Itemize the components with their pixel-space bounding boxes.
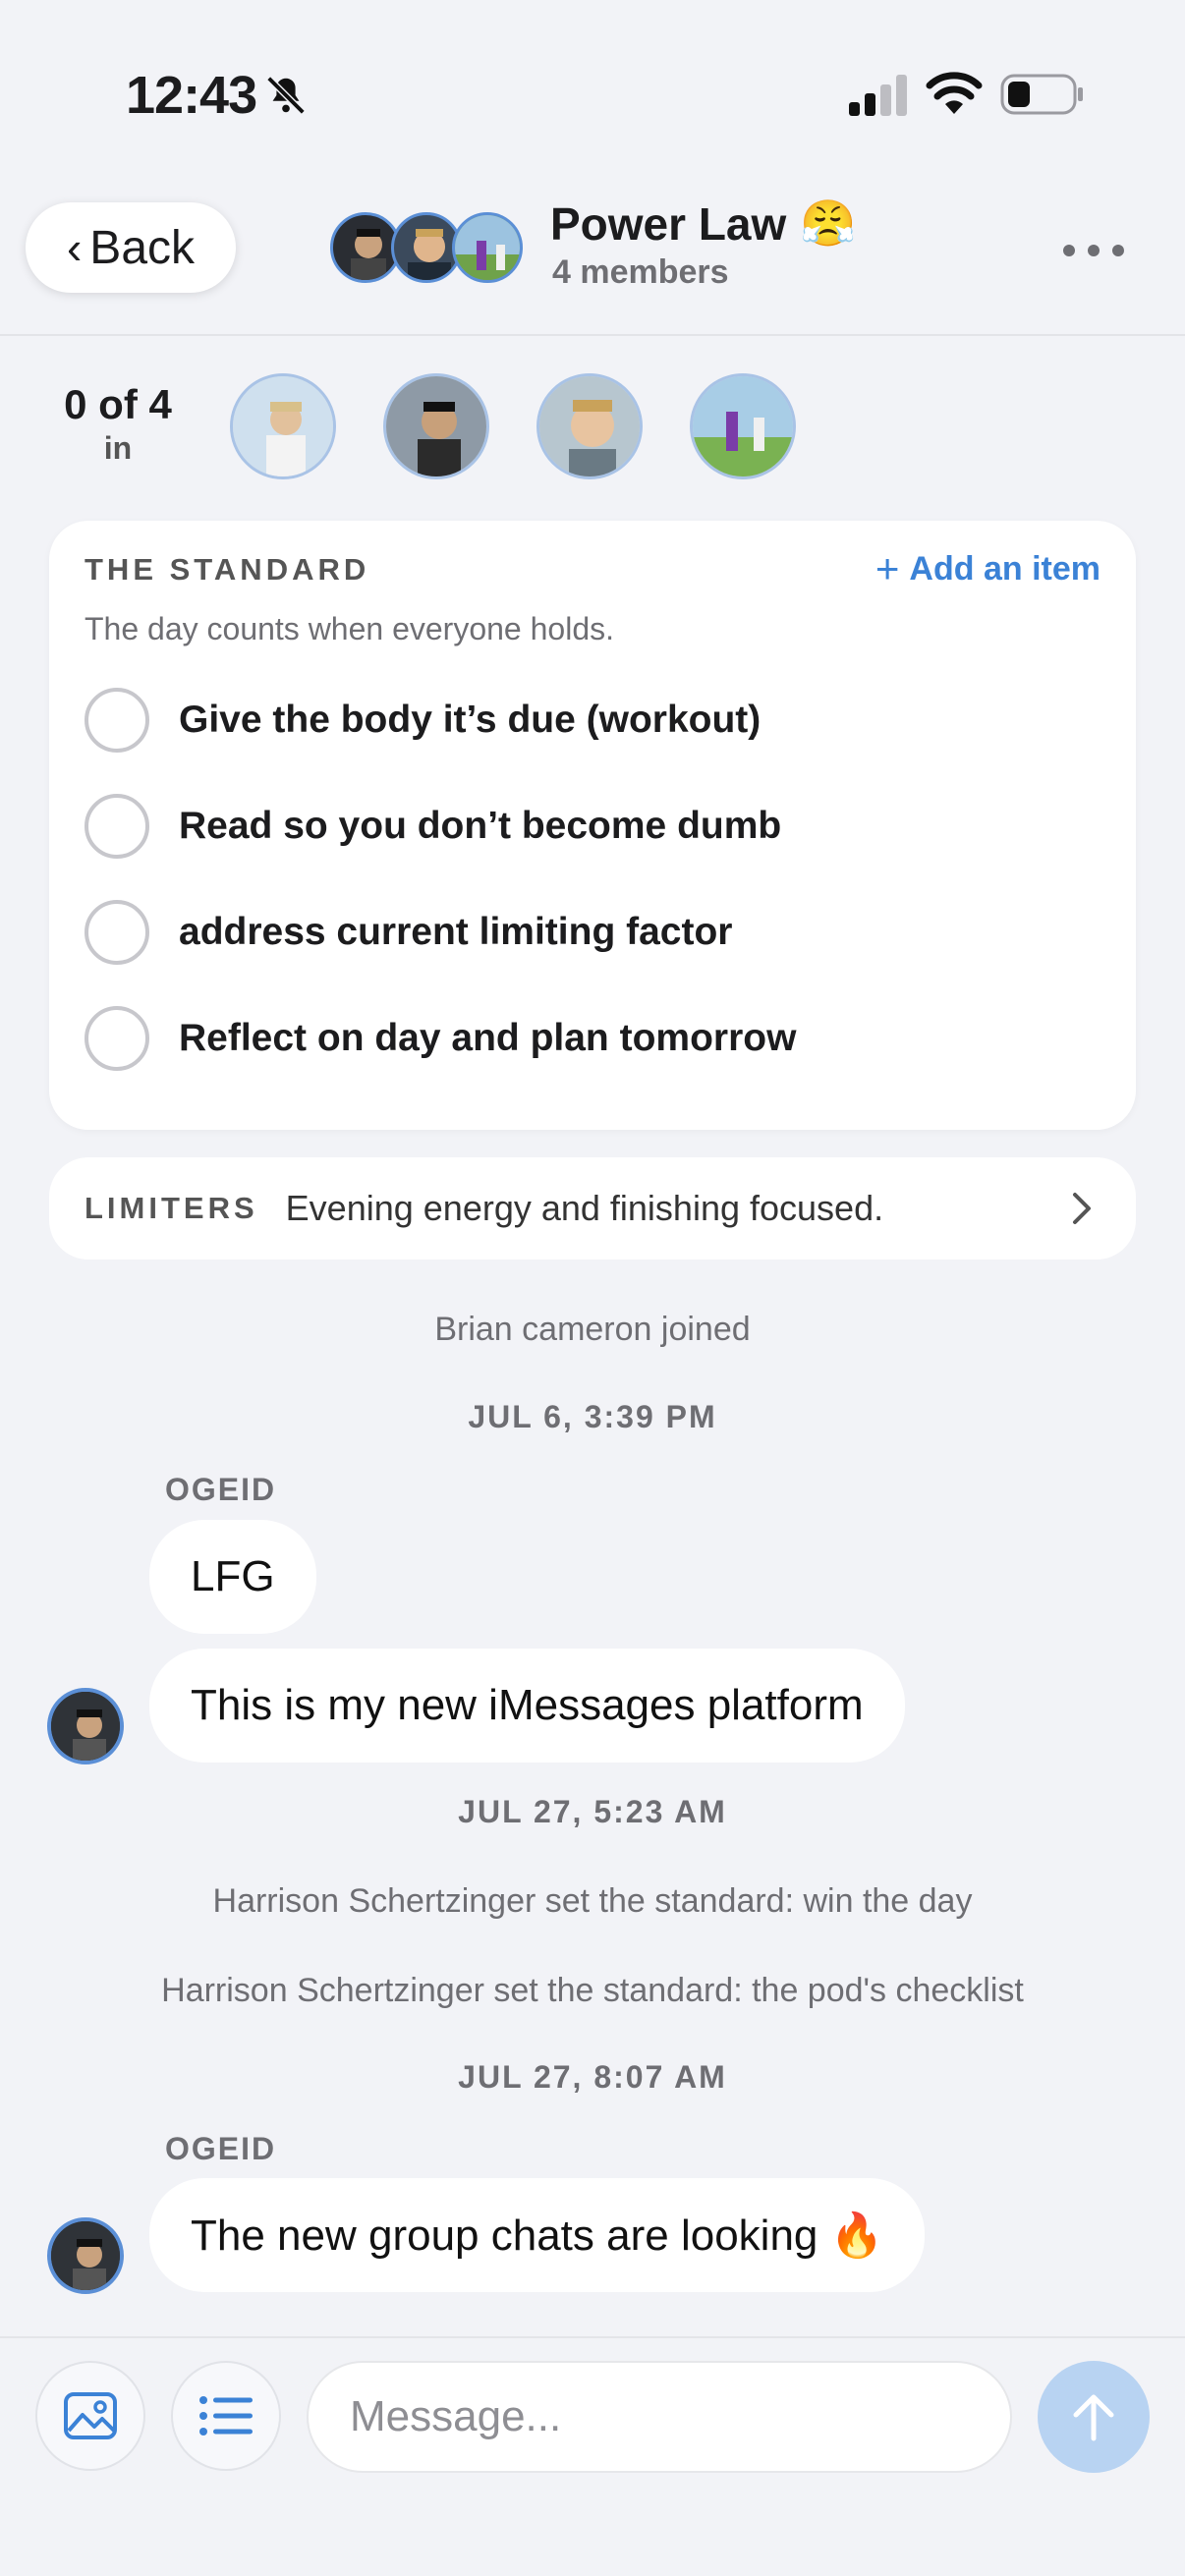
cellular-signal-icon — [849, 75, 907, 116]
checkbox-circle-icon[interactable] — [85, 688, 149, 753]
message-input[interactable] — [307, 2361, 1012, 2473]
more-options-button[interactable] — [1063, 236, 1124, 265]
limiters-row[interactable]: LIMITERS Evening energy and finishing fo… — [49, 1157, 1136, 1260]
more-dot-icon — [1112, 245, 1124, 256]
check-in-label: in — [103, 430, 133, 466]
more-dot-icon — [1088, 245, 1100, 256]
sender-name: OGEID — [165, 1472, 277, 1507]
back-button[interactable]: ‹ Back — [26, 202, 236, 293]
checklist-item[interactable]: Reflect on day and plan tomorrow — [85, 1004, 796, 1073]
check-in-count: 0 of 4 — [64, 381, 172, 427]
chevron-left-icon: ‹ — [66, 222, 83, 273]
checklist-item[interactable]: Read so you don’t become dumb — [85, 792, 781, 861]
system-message: Brian cameron joined — [434, 1311, 751, 1348]
message-text: The new group chats are looking 🔥 — [191, 2212, 884, 2260]
checklist-item-label: Reflect on day and plan tomorrow — [179, 1017, 797, 1059]
group-avatar-stack[interactable] — [330, 212, 527, 287]
member-avatar[interactable] — [536, 373, 643, 479]
message-bubble[interactable]: This is my new iMessages platform — [149, 1649, 905, 1763]
system-message: Harrison Schertzinger set the standard: … — [161, 1972, 1024, 2009]
wifi-icon — [926, 72, 983, 114]
send-button[interactable] — [1038, 2361, 1150, 2473]
arrow-up-icon — [1073, 2394, 1114, 2441]
more-dot-icon — [1063, 245, 1075, 256]
photo-button[interactable] — [35, 2361, 145, 2471]
checklist-item-label: Give the body it’s due (workout) — [179, 699, 762, 741]
add-item-label: Add an item — [909, 549, 1100, 588]
avatar[interactable] — [47, 2217, 124, 2294]
checklist-item[interactable]: address current limiting factor — [85, 898, 732, 967]
bell-slash-icon — [266, 76, 306, 115]
limiters-text: Evening energy and finishing focused. — [285, 1188, 884, 1228]
battery-icon — [1000, 74, 1083, 115]
status-time: 12:43 — [126, 66, 257, 125]
member-avatar[interactable] — [230, 373, 336, 479]
timestamp: JUL 27, 8:07 AM — [458, 2059, 727, 2095]
checkbox-circle-icon[interactable] — [85, 794, 149, 859]
checklist-button[interactable] — [171, 2361, 281, 2471]
limiters-label: LIMITERS — [85, 1191, 258, 1225]
member-avatar[interactable] — [383, 373, 489, 479]
group-name: Power Law — [550, 197, 787, 250]
photo-icon — [64, 2392, 117, 2439]
add-item-button[interactable]: + Add an item — [875, 548, 1100, 589]
chat-header: ‹ Back Power Law 😤 4 members — [0, 167, 1185, 336]
system-message: Harrison Schertzinger set the standard: … — [212, 1882, 973, 1920]
standard-title: THE STANDARD — [85, 552, 370, 587]
avatar — [452, 212, 523, 283]
standard-subtitle: The day counts when everyone holds. — [85, 611, 614, 646]
member-count: 4 members — [552, 253, 729, 291]
checklist-item-label: address current limiting factor — [179, 911, 733, 953]
message-text: This is my new iMessages platform — [191, 1681, 864, 1729]
timestamp: JUL 6, 3:39 PM — [468, 1399, 717, 1434]
list-icon — [199, 2396, 253, 2436]
message-text: LFG — [191, 1552, 275, 1600]
timestamp: JUL 27, 5:23 AM — [458, 1794, 727, 1829]
plus-icon: + — [875, 545, 900, 591]
back-label: Back — [89, 221, 196, 274]
message-bubble[interactable]: LFG — [149, 1520, 316, 1634]
member-avatar[interactable] — [690, 373, 796, 479]
checklist-item[interactable]: Give the body it’s due (workout) — [85, 686, 761, 755]
checkbox-circle-icon[interactable] — [85, 1006, 149, 1071]
checklist-item-label: Read so you don’t become dumb — [179, 805, 782, 847]
avatar[interactable] — [47, 1688, 124, 1764]
checkbox-circle-icon[interactable] — [85, 900, 149, 965]
standard-card: THE STANDARD + Add an item The day count… — [49, 521, 1136, 1130]
group-emoji: 😤 — [800, 197, 857, 249]
group-title[interactable]: Power Law 😤 — [550, 196, 857, 251]
message-bubble[interactable]: The new group chats are looking 🔥 — [149, 2178, 926, 2292]
chevron-right-icon — [1073, 1193, 1091, 1224]
sender-name: OGEID — [165, 2131, 277, 2166]
